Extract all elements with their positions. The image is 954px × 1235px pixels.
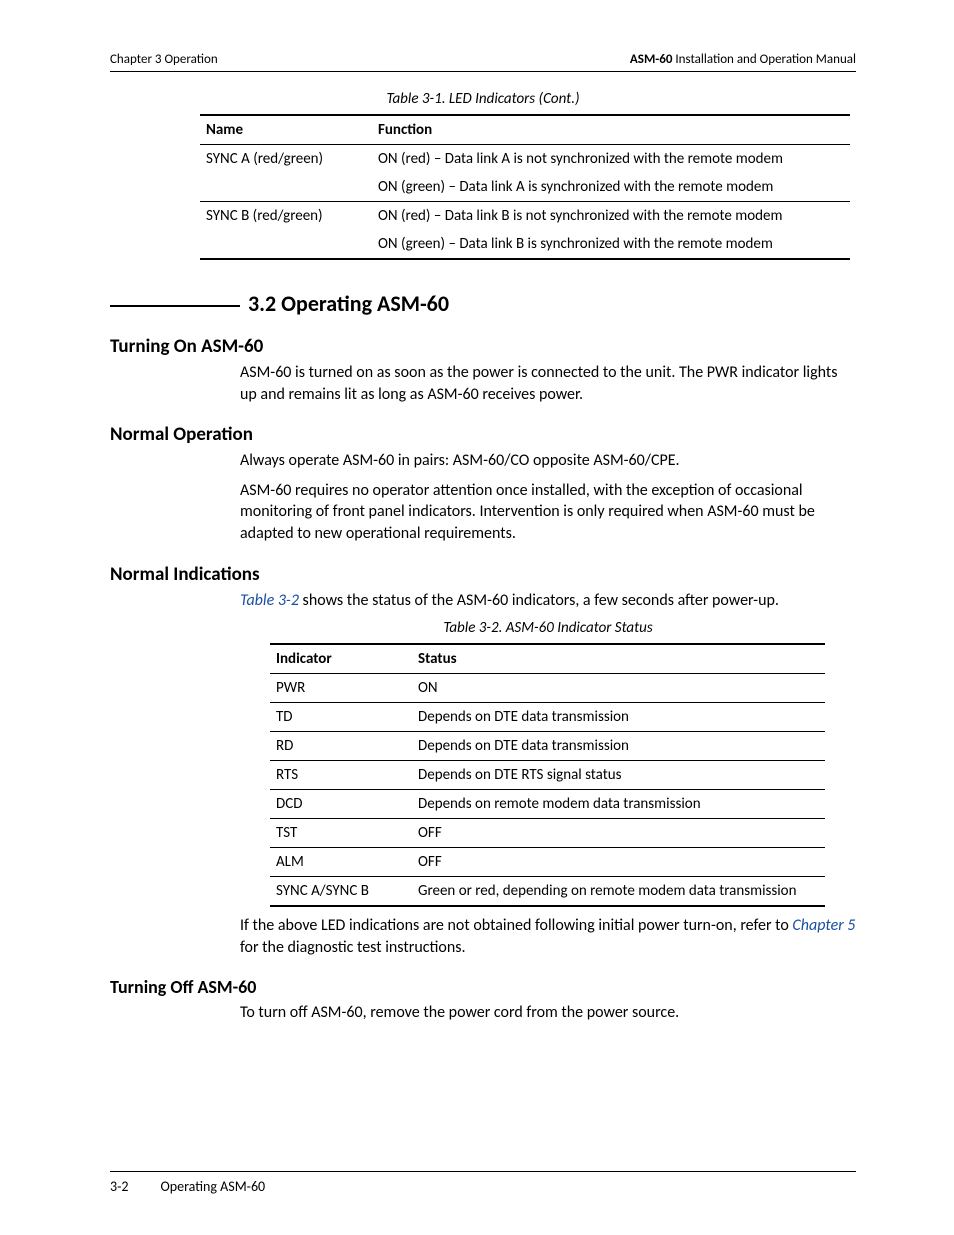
header-right: ASM-60 Installation and Operation Manual (630, 52, 856, 67)
table-row: TSTOFF (270, 819, 825, 848)
table-row: SYNC A/SYNC BGreen or red, depending on … (270, 877, 825, 907)
subsection-turning-on: Turning On ASM-60 (110, 335, 856, 358)
table-row: PWRON (270, 674, 825, 703)
table-row: TDDepends on DTE data transmission (270, 703, 825, 732)
table-row: RTSDepends on DTE RTS signal status (270, 761, 825, 790)
page-footer: 3-2 Operating ASM-60 (110, 1171, 856, 1195)
col-function: Function (372, 115, 850, 145)
body-text: Table 3-2 shows the status of the ASM-60… (240, 590, 856, 612)
footer-page-number: 3-2 (110, 1178, 128, 1195)
indicator-status-table: Indicator Status PWRON TDDepends on DTE … (270, 643, 825, 907)
table-row: DCDDepends on remote modem data transmis… (270, 790, 825, 819)
subsection-turning-off: Turning Off ASM-60 (110, 976, 856, 998)
body-text: If the above LED indications are not obt… (240, 915, 856, 958)
led-indicators-table: Name Function SYNC A (red/green) ON (red… (200, 114, 850, 260)
header-left: Chapter 3 Operation (110, 52, 218, 67)
table-2-caption: Table 3-2. ASM-60 Indicator Status (240, 619, 856, 637)
table-row: ON (green) – Data link B is synchronized… (200, 230, 850, 259)
heading-rule (110, 304, 240, 307)
body-text: ASM-60 requires no operator attention on… (240, 480, 856, 545)
section-heading: 3.2 Operating ASM-60 (248, 290, 449, 317)
table-1-caption: Table 3-1. LED Indicators (Cont.) (110, 90, 856, 108)
col-indicator: Indicator (270, 644, 412, 674)
col-status: Status (412, 644, 825, 674)
link-table-3-2[interactable]: Table 3-2 (240, 591, 299, 610)
subsection-normal-operation: Normal Operation (110, 423, 856, 446)
section-heading-row: 3.2 Operating ASM-60 (110, 290, 856, 317)
table-row: SYNC A (red/green) ON (red) – Data link … (200, 145, 850, 174)
body-text: To turn off ASM-60, remove the power cor… (240, 1002, 856, 1024)
table-row: ON (green) – Data link A is synchronized… (200, 173, 850, 202)
subsection-normal-indications: Normal Indications (110, 563, 856, 586)
page-header: Chapter 3 Operation ASM-60 Installation … (110, 52, 856, 72)
link-chapter-5[interactable]: Chapter 5 (792, 916, 855, 935)
body-text: ASM-60 is turned on as soon as the power… (240, 362, 856, 405)
table-row: SYNC B (red/green) ON (red) – Data link … (200, 202, 850, 231)
col-name: Name (200, 115, 372, 145)
footer-section: Operating ASM-60 (160, 1178, 265, 1195)
body-text: Always operate ASM-60 in pairs: ASM-60/C… (240, 450, 856, 472)
table-row: RDDepends on DTE data transmission (270, 732, 825, 761)
table-row: ALMOFF (270, 848, 825, 877)
